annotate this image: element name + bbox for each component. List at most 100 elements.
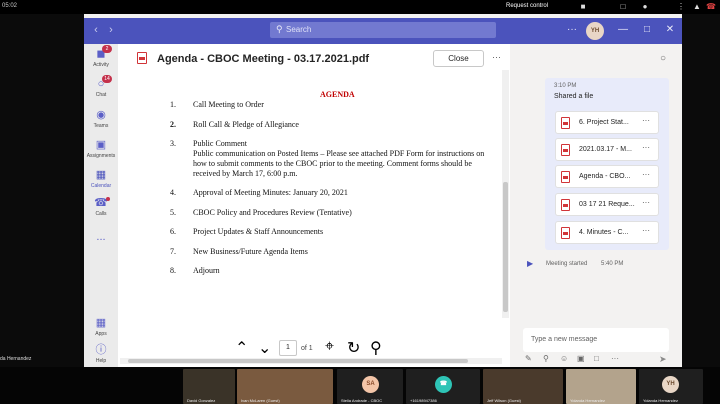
- pdf-file-icon: [561, 199, 570, 211]
- agenda-item-number: 7.: [170, 247, 176, 256]
- forward-arrow-icon[interactable]: ›: [104, 23, 118, 37]
- more-options-icon[interactable]: ···: [611, 354, 619, 363]
- page-total: of 1: [301, 345, 313, 352]
- avatar: SA: [362, 376, 379, 393]
- agenda-item-number: 8.: [170, 266, 176, 275]
- participant-tile[interactable]: Jeff Wilson (Guest): [483, 369, 563, 404]
- chat-header-icon[interactable]: ○: [660, 53, 666, 64]
- back-arrow-icon[interactable]: ‹: [89, 23, 103, 37]
- rail-item-more[interactable]: ...: [84, 228, 118, 254]
- video-camera-icon: ▶: [527, 259, 534, 268]
- avatar[interactable]: YH: [586, 22, 604, 40]
- pdf-file-icon: [561, 117, 570, 129]
- maximize-icon[interactable]: □: [640, 24, 654, 35]
- agenda-item: Public Comment: [193, 139, 247, 148]
- apps-icon: ▦: [95, 317, 107, 329]
- send-icon[interactable]: ➤: [659, 354, 667, 365]
- agenda-item-detail: how to submit comments to the CBOC prior…: [193, 159, 472, 168]
- chat-bubble-icon: ○: [97, 78, 105, 90]
- emoji-icon[interactable]: ☺: [560, 354, 568, 363]
- attach-icon[interactable]: ⚲: [543, 354, 549, 363]
- vertical-scroll-thumb[interactable]: [503, 182, 508, 312]
- file-attachment[interactable]: 2021.03.17 - M... ···: [555, 138, 659, 161]
- rail-item-calls[interactable]: ☎ Calls: [84, 194, 118, 220]
- agenda-item: New Business/Future Agenda Items: [193, 247, 308, 256]
- calls-dot: [106, 197, 110, 201]
- presenter-name: da Hernandez: [0, 356, 32, 362]
- participant-tile[interactable]: SA Stella Andrade - CBOC: [337, 369, 403, 404]
- agenda-item: Approval of Meeting Minutes: January 20,…: [193, 188, 348, 197]
- search-icon: ⚲: [276, 24, 283, 34]
- participant-tile[interactable]: Yolanda Hernandez: [566, 369, 636, 404]
- phone-icon: ☎: [94, 197, 108, 209]
- horizontal-scroll-thumb[interactable]: [128, 359, 468, 363]
- rail-item-assignments[interactable]: ▣ Assignments: [84, 136, 118, 162]
- meeting-started-text: Meeting started: [546, 261, 588, 267]
- sticker-icon[interactable]: □: [594, 354, 599, 363]
- close-window-icon[interactable]: ✕: [663, 24, 677, 35]
- calendar-icon: ▦: [95, 169, 107, 181]
- hangup-icon[interactable]: ☎: [706, 2, 716, 12]
- search-input[interactable]: ⚲ Search: [270, 22, 496, 38]
- rail-item-activity[interactable]: ◼ 2 Activity: [84, 45, 118, 71]
- agenda-item-detail: Public communication on Posted Items – P…: [193, 149, 485, 158]
- more-options-icon[interactable]: ···: [565, 24, 579, 35]
- file-attachment[interactable]: 6. Project Stat... ···: [555, 111, 659, 134]
- horizontal-scrollbar[interactable]: [120, 358, 502, 364]
- assignments-icon: ▣: [95, 139, 107, 151]
- pdf-file-icon: [561, 144, 570, 156]
- document-more-icon[interactable]: ···: [492, 52, 501, 62]
- file-attachment[interactable]: 4. Minutes - C... ···: [555, 221, 659, 244]
- bell-icon: ◼: [96, 48, 106, 60]
- agenda-heading: AGENDA: [320, 90, 355, 99]
- file-attachment[interactable]: Agenda - CBO... ···: [555, 165, 659, 188]
- rail-item-teams[interactable]: ◉ Teams: [84, 106, 118, 132]
- activity-badge: 2: [102, 45, 112, 53]
- minimize-icon[interactable]: —: [616, 24, 630, 35]
- participants-icon[interactable]: ●: [640, 2, 650, 12]
- participant-tile[interactable]: ☎ +16198947386: [406, 369, 480, 404]
- chat-badge: 14: [102, 75, 112, 83]
- file-more-icon[interactable]: ···: [642, 198, 650, 207]
- page-number-input[interactable]: 1: [279, 340, 297, 356]
- rail-item-help[interactable]: ⓘ Help: [84, 341, 118, 367]
- more-apps-icon: ...: [96, 231, 106, 243]
- participant-tile[interactable]: YH Yolanda Hernandez: [639, 369, 703, 404]
- rail-item-calendar[interactable]: ▦ Calendar: [84, 166, 118, 192]
- file-more-icon[interactable]: ···: [642, 116, 650, 125]
- file-more-icon[interactable]: ···: [642, 143, 650, 152]
- agenda-item-number: 1.: [170, 100, 176, 109]
- mic-icon[interactable]: ▲: [692, 2, 702, 12]
- format-icon[interactable]: ✎: [525, 354, 532, 363]
- rail-item-apps[interactable]: ▦ Apps: [84, 314, 118, 340]
- gif-icon[interactable]: ▣: [577, 354, 585, 363]
- rail-item-chat[interactable]: ○ 14 Chat: [84, 75, 118, 101]
- message-compose-input[interactable]: Type a new message: [523, 328, 669, 352]
- compose-placeholder: Type a new message: [531, 336, 598, 343]
- request-control-button[interactable]: Request control: [500, 0, 554, 14]
- search-placeholder: Search: [286, 25, 312, 34]
- vertical-scrollbar[interactable]: [502, 70, 509, 318]
- agenda-item: Call Meeting to Order: [193, 100, 264, 109]
- camera-icon[interactable]: ■: [578, 2, 588, 12]
- teams-icon: ◉: [96, 109, 106, 121]
- participant-tile[interactable]: David Gonzalez: [183, 369, 235, 404]
- document-title: Agenda - CBOC Meeting - 03.17.2021.pdf: [157, 53, 370, 65]
- agenda-item-detail: received by March 17, 6:00 p.m.: [193, 169, 298, 178]
- zoom-icon[interactable]: ⚲: [370, 338, 530, 358]
- agenda-item-number: 3.: [170, 139, 176, 148]
- file-more-icon[interactable]: ···: [642, 170, 650, 179]
- avatar: YH: [662, 376, 679, 393]
- message-time: 3:10 PM: [554, 83, 577, 89]
- help-icon: ⓘ: [95, 344, 107, 356]
- file-attachment[interactable]: 03 17 21 Reque... ···: [555, 193, 659, 216]
- participant-tile[interactable]: Ivan McLaren (Guest): [237, 369, 333, 404]
- more-options-icon[interactable]: ⋮: [676, 2, 686, 12]
- close-button[interactable]: Close: [433, 50, 484, 67]
- agenda-item: Adjourn: [193, 266, 220, 275]
- clock: 05:02: [2, 3, 18, 9]
- file-more-icon[interactable]: ···: [642, 226, 650, 235]
- message-text: Shared a file: [554, 93, 594, 100]
- agenda-item-number: 2.: [170, 120, 176, 129]
- chat-icon[interactable]: □: [618, 2, 628, 12]
